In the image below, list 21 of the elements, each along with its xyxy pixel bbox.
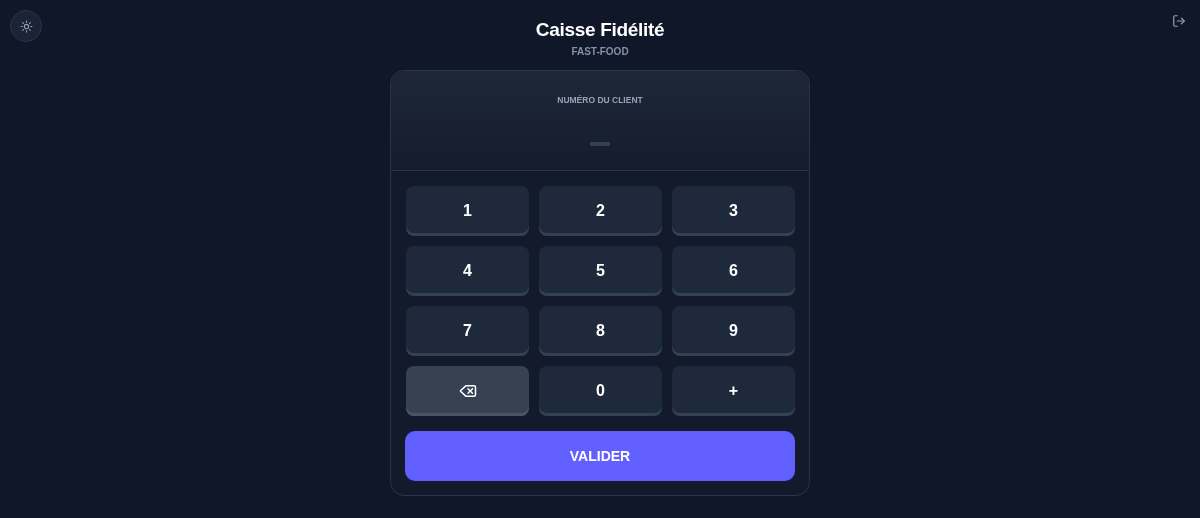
keypad-key[interactable]: 4 bbox=[406, 246, 529, 296]
validate-button[interactable]: VALIDER bbox=[405, 431, 795, 481]
keypad-key[interactable]: + bbox=[672, 366, 795, 416]
theme-toggle-button[interactable] bbox=[10, 10, 42, 42]
app-title: Caisse Fidélité bbox=[535, 19, 665, 41]
keypad-key[interactable]: 3 bbox=[672, 186, 795, 236]
app-subtitle: FAST-FOOD bbox=[571, 46, 629, 58]
keypad-key[interactable]: 7 bbox=[406, 306, 529, 356]
keypad-key[interactable]: 2 bbox=[539, 186, 662, 236]
keypad-key[interactable]: 0 bbox=[539, 366, 662, 416]
display-label: NUMÉRO DU CLIENT bbox=[557, 95, 643, 105]
keypad-key[interactable]: 5 bbox=[539, 246, 662, 296]
logout-icon bbox=[1172, 14, 1186, 28]
logout-button[interactable] bbox=[1172, 14, 1186, 28]
backspace-icon bbox=[458, 382, 477, 400]
keypad-key[interactable]: 8 bbox=[539, 306, 662, 356]
empty-value-dash bbox=[590, 142, 610, 146]
keypad-key[interactable]: 9 bbox=[672, 306, 795, 356]
keypad-key[interactable]: 6 bbox=[672, 246, 795, 296]
sun-icon bbox=[19, 19, 33, 33]
keypad-key[interactable]: 1 bbox=[406, 186, 529, 236]
